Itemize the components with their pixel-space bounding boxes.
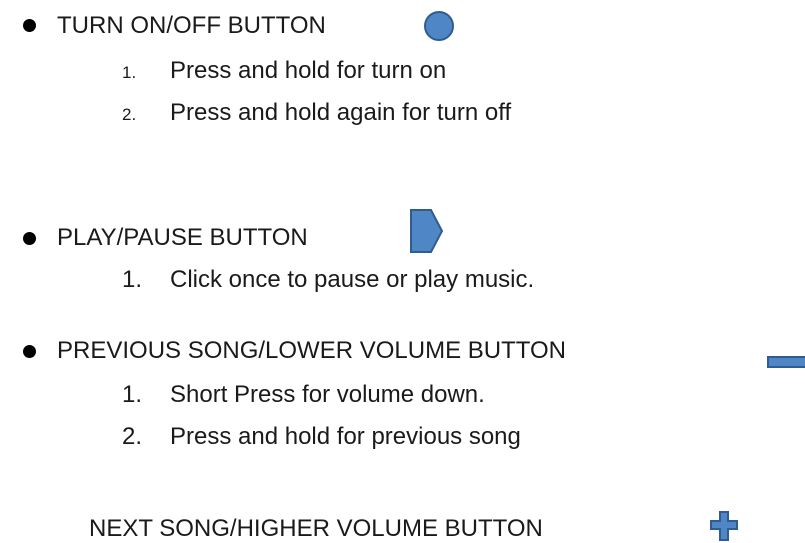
circle-button-icon [424, 11, 454, 41]
bullet-point [23, 232, 36, 245]
step-text: Click once to pause or play music. [170, 266, 535, 293]
section-heading: PLAY/PAUSE BUTTON [57, 224, 308, 251]
step-text: Press and hold again for turn off [170, 99, 512, 126]
step-item: 2. Press and hold for previous song [122, 423, 521, 451]
step-text: Press and hold for previous song [170, 423, 521, 450]
section-heading: NEXT SONG/HIGHER VOLUME BUTTON [89, 515, 543, 542]
section-heading: PREVIOUS SONG/LOWER VOLUME BUTTON [57, 337, 566, 364]
plus-button-icon [710, 511, 738, 541]
section-heading: TURN ON/OFF BUTTON [57, 12, 326, 39]
step-text: Short Press for volume down. [170, 381, 485, 408]
step-text: Press and hold for turn on [170, 57, 447, 84]
step-number: 1. [122, 381, 143, 408]
bullet-point [23, 345, 36, 358]
step-number: 1. [122, 63, 137, 82]
minus-button-icon [767, 356, 805, 368]
play-pause-arrow-icon [410, 209, 444, 253]
step-number: 2. [122, 105, 137, 124]
step-number: 2. [122, 423, 143, 450]
step-item: 1. Press and hold for turn on [122, 57, 446, 87]
step-number: 1. [122, 266, 143, 293]
bullet-point [23, 19, 36, 32]
step-item: 1. Short Press for volume down. [122, 381, 485, 409]
step-item: 1. Click once to pause or play music. [122, 266, 534, 294]
step-item: 2. Press and hold again for turn off [122, 99, 511, 129]
